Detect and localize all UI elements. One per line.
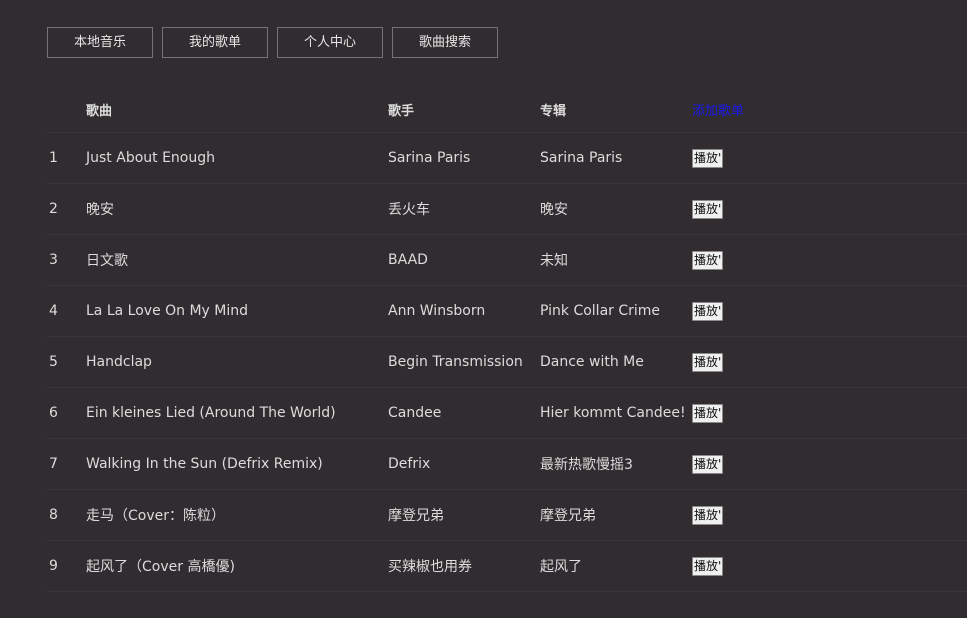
table-row: 5 Handclap Begin Transmission Dance with Me…	[47, 337, 967, 388]
song-artist: Ann Winsborn	[388, 303, 486, 319]
table-row: 6 Ein kleines Lied (Around The World) Cand…	[47, 388, 967, 439]
play-button[interactable]: 播放'	[692, 199, 724, 219]
song-title: 起风了（Cover 高橋優)	[86, 559, 235, 575]
header-song: 歌曲	[86, 103, 113, 119]
song-artist: Sarina Paris	[388, 150, 471, 166]
song-album: 晚安	[540, 202, 568, 218]
row-number: 4	[49, 303, 58, 319]
song-title: 日文歌	[86, 253, 128, 269]
song-title: La La Love On My Mind	[86, 303, 249, 319]
play-button[interactable]: 播放'	[692, 403, 724, 423]
table-row: 4 La La Love On My Mind Ann Winsborn Pink C…	[47, 286, 967, 337]
play-button[interactable]: 播放'	[692, 505, 724, 525]
row-number: 3	[49, 252, 58, 268]
table-row: 7 Walking In the Sun (Defrix Remix) Defrix…	[47, 439, 967, 490]
table-header: 歌曲 歌手 专辑 添加歌单	[47, 84, 967, 133]
table-row: 1 Just About Enough Sarina Paris Sarina Par…	[47, 133, 967, 184]
play-button[interactable]: 播放'	[692, 148, 724, 168]
table-row: 9 起风了（Cover 高橋優) 买辣椒也用券 起风了 播放'	[47, 541, 967, 592]
song-album: Hier kommt Candee!	[540, 405, 686, 421]
song-title: 走马（Cover：陈粒）	[86, 508, 225, 524]
play-button[interactable]: 播放'	[692, 301, 724, 321]
song-artist: 摩登兄弟	[388, 508, 444, 524]
nav-local-music-button[interactable]: 本地音乐	[47, 27, 153, 58]
song-album: Sarina Paris	[540, 150, 623, 166]
song-title: Handclap	[86, 354, 152, 370]
add-to-playlist-link[interactable]: 添加歌单	[692, 100, 744, 119]
song-artist: Defrix	[388, 456, 431, 472]
row-number: 2	[49, 201, 58, 217]
song-album: 最新热歌慢摇3	[540, 457, 633, 473]
nav-personal-center-button[interactable]: 个人中心	[277, 27, 383, 58]
song-title: Walking In the Sun (Defrix Remix)	[86, 456, 323, 472]
song-album: Dance with Me	[540, 354, 644, 370]
row-number: 5	[49, 354, 58, 370]
play-button[interactable]: 播放'	[692, 352, 724, 372]
song-title: Just About Enough	[86, 150, 215, 166]
row-number: 6	[49, 405, 58, 421]
song-album: Pink Collar Crime	[540, 303, 661, 319]
song-artist: Candee	[388, 405, 442, 421]
song-artist: 丢火车	[388, 202, 430, 218]
table-row: 8 走马（Cover：陈粒） 摩登兄弟 摩登兄弟 播放'	[47, 490, 967, 541]
top-nav: 本地音乐 我的歌单 个人中心 歌曲搜索	[47, 27, 498, 58]
nav-my-playlist-button[interactable]: 我的歌单	[162, 27, 268, 58]
nav-song-search-button[interactable]: 歌曲搜索	[392, 27, 498, 58]
song-artist: Begin Transmission	[388, 354, 523, 370]
song-album: 未知	[540, 253, 568, 269]
row-number: 9	[49, 558, 58, 574]
play-button[interactable]: 播放'	[692, 556, 724, 576]
header-album: 专辑	[540, 103, 567, 119]
table-row: 2 晚安 丢火车 晚安 播放'	[47, 184, 967, 235]
song-album: 起风了	[540, 559, 582, 575]
table-body: 1 Just About Enough Sarina Paris Sarina Par…	[47, 133, 967, 592]
row-number: 7	[49, 456, 58, 472]
song-artist: BAAD	[388, 252, 428, 268]
song-table: 歌曲 歌手 专辑 添加歌单 1 Just About Enough Sarina P…	[47, 84, 967, 592]
song-artist: 买辣椒也用券	[388, 559, 472, 575]
row-number: 1	[49, 150, 58, 166]
row-number: 8	[49, 507, 58, 523]
song-title: Ein kleines Lied (Around The World)	[86, 405, 336, 421]
play-button[interactable]: 播放'	[692, 250, 724, 270]
play-button[interactable]: 播放'	[692, 454, 724, 474]
song-album: 摩登兄弟	[540, 508, 596, 524]
table-row: 3 日文歌 BAAD 未知 播放'	[47, 235, 967, 286]
song-title: 晚安	[86, 202, 114, 218]
header-artist: 歌手	[388, 103, 415, 119]
